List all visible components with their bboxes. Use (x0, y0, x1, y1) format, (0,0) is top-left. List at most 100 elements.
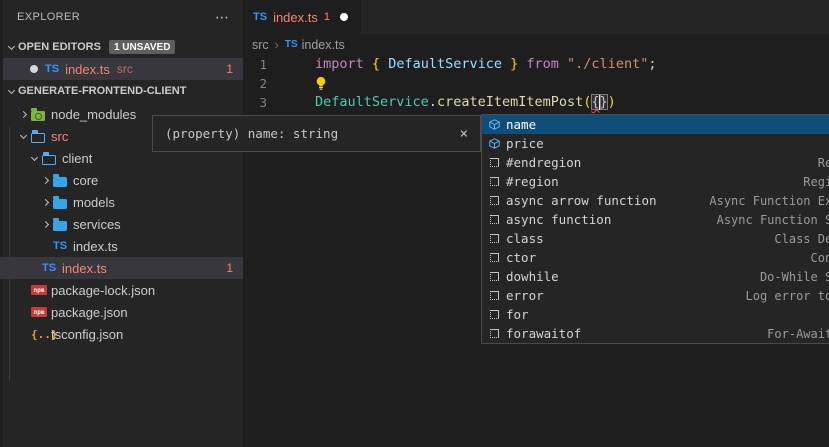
open-editor-description: src (117, 62, 133, 76)
typescript-file-icon: TS (285, 39, 298, 50)
folder-open-icon (31, 133, 45, 143)
text-cursor (599, 95, 601, 110)
tab-bar: TS index.ts 1 (243, 0, 829, 34)
folder-open-icon (42, 155, 56, 165)
snippet-icon (486, 326, 502, 342)
suggestion-detail: Class Definition (774, 232, 829, 246)
tree-item-label: client (62, 151, 92, 166)
chevron-right-icon[interactable] (42, 220, 49, 227)
suggestion-dowhile[interactable]: dowhile Do-While Statement (482, 267, 829, 286)
tree-item-package.json[interactable]: npmpackage.json (0, 301, 243, 323)
suggestion-label: dowhile (506, 269, 559, 284)
suggestion-label: forawaitof (506, 326, 581, 341)
chevron-down-icon[interactable] (31, 153, 38, 160)
suggestion-detail: Async Function Expression (709, 194, 829, 208)
snippet-icon (486, 307, 502, 323)
symbol-field-icon (486, 117, 502, 133)
chevron-down-icon[interactable] (7, 42, 14, 49)
chevron-right-icon[interactable] (42, 176, 49, 183)
tree-item-package-lock.json[interactable]: npmpackage-lock.json (0, 279, 243, 301)
unsaved-badge: 1 UNSAVED (109, 40, 176, 54)
suggestion-detail: Log error to console (746, 289, 829, 303)
typescript-file-icon: TS (253, 11, 267, 23)
code-line-1[interactable]: 1import { DefaultService } from "./clien… (243, 55, 829, 74)
open-editor-item-index-ts[interactable]: TS index.ts src 1 (0, 58, 243, 80)
breadcrumb-folder[interactable]: src (252, 38, 269, 52)
project-section-header[interactable]: GENERATE-FRONTEND-CLIENT (0, 80, 243, 102)
code-line-3[interactable]: 3DefaultService.createItemItemPost({}) (243, 93, 829, 112)
suggestion-label: for (506, 307, 529, 322)
tree-item-index.ts[interactable]: TSindex.ts1 (0, 257, 243, 279)
suggestion-async-arrow-function[interactable]: async arrow functionAsync Function Expre… (482, 191, 829, 210)
snippet-icon (486, 269, 502, 285)
suggestion-detail: For-Await-Of Loop (767, 327, 829, 341)
tab-label: index.ts (273, 10, 318, 25)
suggestion-label: #region (506, 174, 559, 189)
breadcrumb-separator: › (275, 38, 279, 52)
unsaved-dot-icon[interactable] (340, 13, 348, 21)
tab-index-ts[interactable]: TS index.ts 1 (243, 0, 361, 34)
suggestion-price[interactable]: price (482, 134, 829, 153)
hover-text: (property) name: string (165, 126, 338, 141)
suggestion-error[interactable]: error Log error to console (482, 286, 829, 305)
line-number: 2 (243, 74, 267, 93)
line-number: 3 (243, 93, 267, 112)
suggestion-label: #endregion (506, 155, 581, 170)
suggestion-for[interactable]: forFor Loop (482, 305, 829, 324)
explorer-sidebar: EXPLORER ⋯ OPEN EDITORS 1 UNSAVED TS ind… (0, 0, 243, 447)
tree-item-index.ts[interactable]: TSindex.ts (0, 235, 243, 257)
suggestion-detail: Region End (818, 156, 829, 170)
suggestion-ctor[interactable]: ctor Constructor (482, 248, 829, 267)
error-count-badge: 1 (226, 261, 233, 275)
breadcrumb-file[interactable]: index.ts (302, 38, 345, 52)
suggestion-detail: Constructor (811, 251, 829, 265)
chevron-down-icon[interactable] (7, 86, 14, 93)
more-actions-icon[interactable]: ⋯ (215, 12, 229, 22)
open-editor-filename: index.ts (65, 62, 110, 77)
suggestion-class[interactable]: classClass Definition (482, 229, 829, 248)
hover-tooltip: (property) name: string × (152, 115, 481, 152)
snippet-icon (486, 288, 502, 304)
suggestion-label: error (506, 288, 544, 303)
tab-error-count: 1 (324, 11, 330, 23)
snippet-icon (486, 250, 502, 266)
tree-item-label: src (51, 129, 68, 144)
tree-item-services[interactable]: services (0, 213, 243, 235)
snippet-icon (486, 155, 502, 171)
chevron-right-icon[interactable] (42, 198, 49, 205)
node-modules-folder-icon (31, 111, 45, 121)
tree-item-label: node_modules (51, 107, 136, 122)
snippet-icon (486, 193, 502, 209)
suggestion-detail: Do-While Statement (760, 270, 829, 284)
code-line-2[interactable]: 2 (243, 74, 829, 93)
tree-item-label: services (73, 217, 121, 232)
tree-item-label: tsconfig.json (51, 327, 123, 342)
suggestion-async-function[interactable]: async function Async Function Statement (482, 210, 829, 229)
tree-item-tsconfig.json[interactable]: {..}tsconfig.json (0, 323, 243, 345)
suggestion-#endregion[interactable]: #endregion Region End (482, 153, 829, 172)
modified-dot-icon[interactable] (30, 65, 38, 73)
lightbulb-icon[interactable] (314, 76, 328, 91)
symbol-field-icon (486, 136, 502, 152)
tree-item-label: index.ts (73, 239, 118, 254)
chevron-right-icon[interactable] (20, 110, 27, 117)
tree-item-models[interactable]: models (0, 191, 243, 213)
close-icon[interactable]: × (460, 128, 468, 140)
tree-item-label: package-lock.json (51, 283, 155, 298)
code-area[interactable]: 1import { DefaultService } from "./clien… (243, 55, 829, 112)
suggestion-detail: Async Function Statement (717, 213, 829, 227)
suggestion-label: ctor (506, 250, 536, 265)
suggestion-name[interactable]: name (482, 115, 829, 134)
snippet-icon (486, 231, 502, 247)
tree-item-core[interactable]: core (0, 169, 243, 191)
chevron-down-icon[interactable] (20, 131, 27, 138)
tree-item-label: index.ts (62, 261, 107, 276)
suggestion-forawaitof[interactable]: forawaitof For-Await-Of Loop (482, 324, 829, 343)
folder-icon (53, 177, 67, 187)
suggestion-label: async function (506, 212, 611, 227)
open-editors-section-header[interactable]: OPEN EDITORS 1 UNSAVED (0, 36, 243, 58)
open-editors-label: OPEN EDITORS (18, 41, 101, 53)
suggestion-#region[interactable]: #regionRegion Start (482, 172, 829, 191)
explorer-title: EXPLORER (17, 11, 215, 23)
line-number: 1 (243, 55, 267, 74)
